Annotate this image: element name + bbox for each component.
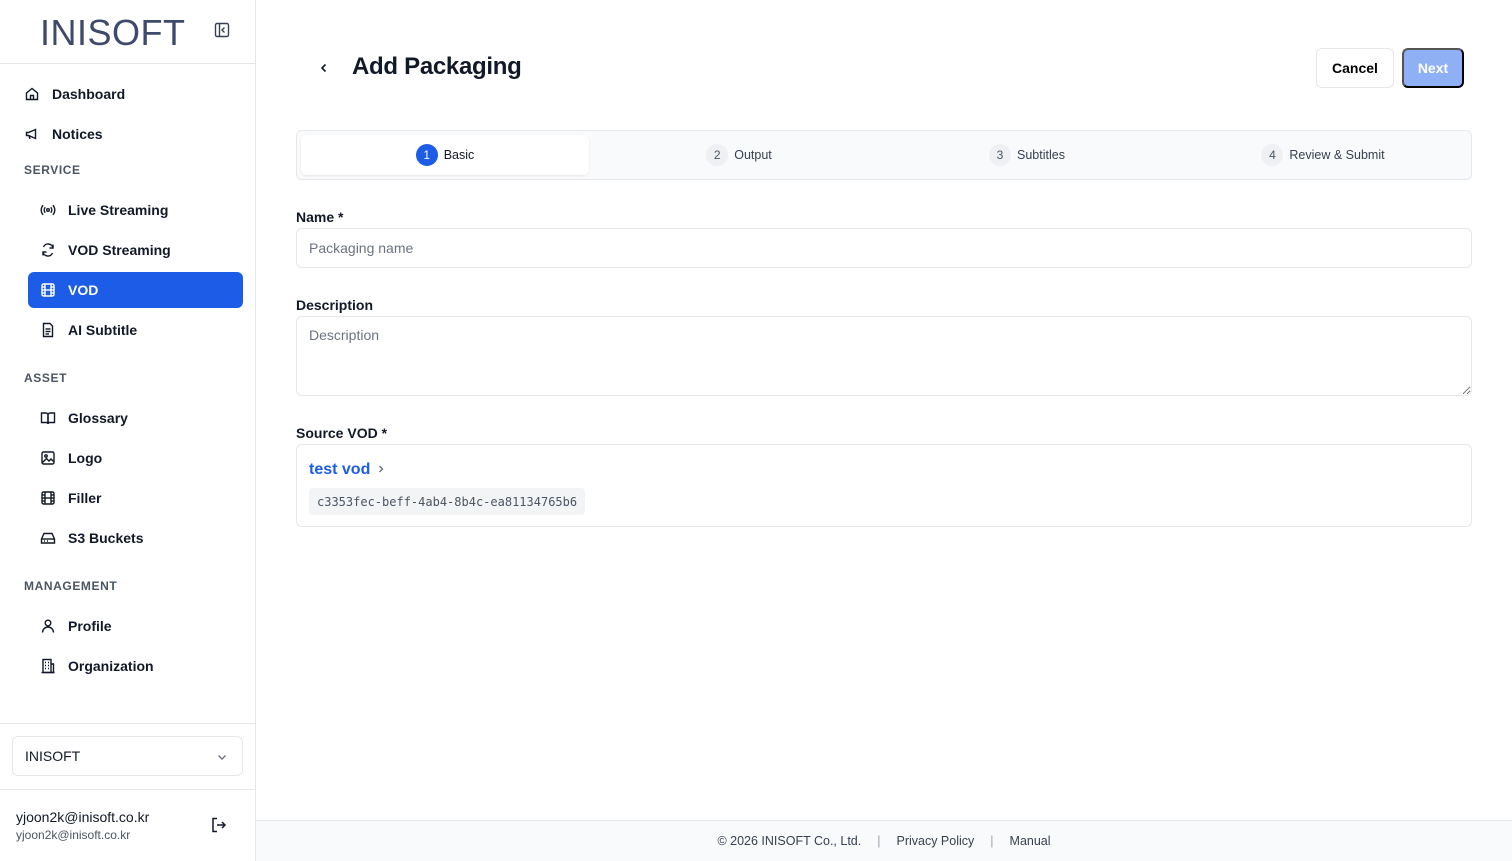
step-label: Output xyxy=(734,148,772,162)
footer-separator: | xyxy=(990,834,994,848)
book-icon xyxy=(40,410,56,426)
sidebar-item-filler[interactable]: Filler xyxy=(28,480,243,516)
home-icon xyxy=(24,86,40,102)
refresh-icon xyxy=(40,242,56,258)
name-label: Name * xyxy=(296,209,344,225)
sidebar-item-label: Filler xyxy=(68,490,102,506)
sidebar-item-vod[interactable]: VOD xyxy=(28,272,243,308)
section-label-service: SERVICE xyxy=(24,163,81,177)
sidebar-item-dashboard[interactable]: Dashboard xyxy=(12,76,243,112)
sidebar-item-label: Dashboard xyxy=(52,86,126,102)
sidebar-item-ai-subtitle[interactable]: AI Subtitle xyxy=(28,312,243,348)
source-vod-link[interactable]: test vod xyxy=(309,461,386,479)
sidebar-item-notices[interactable]: Notices xyxy=(12,116,243,152)
sidebar-item-label: Organization xyxy=(68,658,154,674)
broadcast-icon xyxy=(40,202,56,218)
logout-icon[interactable] xyxy=(210,816,228,834)
chevron-down-icon xyxy=(216,750,228,766)
footer: © 2026 INISOFT Co., Ltd. | Privacy Polic… xyxy=(256,820,1512,861)
packaging-name-input[interactable] xyxy=(296,228,1472,268)
sidebar-header: INISOFT xyxy=(0,0,255,64)
sidebar-item-label: Profile xyxy=(68,618,112,634)
step-label: Subtitles xyxy=(1017,148,1065,162)
step-review-submit[interactable]: 4 Review & Submit xyxy=(1179,135,1467,175)
step-label: Review & Submit xyxy=(1289,148,1385,162)
sidebar-divider xyxy=(0,789,255,790)
user-account: yjoon2k@inisoft.co.kr xyxy=(16,828,131,842)
source-vod-card: test vod c3353fec-beff-4ab4-8b4c-ea81134… xyxy=(296,444,1472,527)
sidebar-item-label: Live Streaming xyxy=(68,202,169,218)
step-number: 2 xyxy=(706,144,729,166)
step-number: 3 xyxy=(989,144,1012,166)
organization-select[interactable]: INISOFT xyxy=(12,736,243,776)
manual-link[interactable]: Manual xyxy=(1010,834,1051,848)
user-email: yjoon2k@inisoft.co.kr xyxy=(16,809,150,825)
page-title: Add Packaging xyxy=(352,53,522,80)
source-vod-label: Source VOD * xyxy=(296,425,388,441)
main-content: Add Packaging Cancel Next 1 Basic 2 Outp… xyxy=(256,0,1512,861)
step-number: 1 xyxy=(415,144,438,166)
sidebar-item-label: Logo xyxy=(68,450,103,466)
description-label: Description xyxy=(296,297,374,313)
footer-separator: | xyxy=(877,834,881,848)
description-textarea[interactable] xyxy=(296,316,1472,396)
sidebar-item-glossary[interactable]: Glossary xyxy=(28,400,243,436)
organization-select-value: INISOFT xyxy=(25,748,81,764)
film-icon xyxy=(40,490,56,506)
stepper: 1 Basic 2 Output 3 Subtitles 4 Review & … xyxy=(296,130,1472,180)
sidebar-item-label: Glossary xyxy=(68,410,128,426)
copyright-text: © 2026 INISOFT Co., Ltd. xyxy=(717,834,862,848)
building-icon xyxy=(40,658,56,674)
next-button[interactable]: Next xyxy=(1402,48,1464,88)
sidebar-item-label: VOD xyxy=(68,282,99,298)
sidebar-item-label: Notices xyxy=(52,126,103,142)
sidebar-item-profile[interactable]: Profile xyxy=(28,608,243,644)
chevron-right-icon xyxy=(376,461,386,479)
drive-icon xyxy=(40,530,56,546)
section-label-asset: ASSET xyxy=(24,371,68,385)
section-label-management: MANAGEMENT xyxy=(24,579,118,593)
step-subtitles[interactable]: 3 Subtitles xyxy=(883,135,1171,175)
user-icon xyxy=(40,618,56,634)
sidebar-item-label: AI Subtitle xyxy=(68,322,138,338)
step-basic[interactable]: 1 Basic xyxy=(301,135,589,175)
sidebar: INISOFT Dashboard Notices SERVICE Live S… xyxy=(0,0,256,861)
sidebar-item-label: VOD Streaming xyxy=(68,242,171,258)
megaphone-icon xyxy=(24,126,40,142)
source-vod-name: test vod xyxy=(309,461,371,478)
source-vod-id: c3353fec-beff-4ab4-8b4c-ea81134765b6 xyxy=(309,488,586,515)
sidebar-divider xyxy=(0,723,255,724)
step-label: Basic xyxy=(443,148,475,162)
privacy-policy-link[interactable]: Privacy Policy xyxy=(896,834,974,848)
sidebar-item-label: S3 Buckets xyxy=(68,530,144,546)
step-number: 4 xyxy=(1261,144,1284,166)
sidebar-item-organization[interactable]: Organization xyxy=(28,648,243,684)
sidebar-item-vod-streaming[interactable]: VOD Streaming xyxy=(28,232,243,268)
sidebar-item-s3-buckets[interactable]: S3 Buckets xyxy=(28,520,243,556)
document-icon xyxy=(40,322,56,338)
collapse-sidebar-icon[interactable] xyxy=(214,22,232,40)
film-icon xyxy=(40,282,56,298)
back-arrow-icon[interactable] xyxy=(314,58,334,78)
sidebar-item-logo[interactable]: Logo xyxy=(28,440,243,476)
image-icon xyxy=(40,450,56,466)
cancel-button[interactable]: Cancel xyxy=(1316,48,1394,88)
brand-logo: INISOFT xyxy=(40,12,186,53)
sidebar-item-live-streaming[interactable]: Live Streaming xyxy=(28,192,243,228)
step-output[interactable]: 2 Output xyxy=(595,135,883,175)
